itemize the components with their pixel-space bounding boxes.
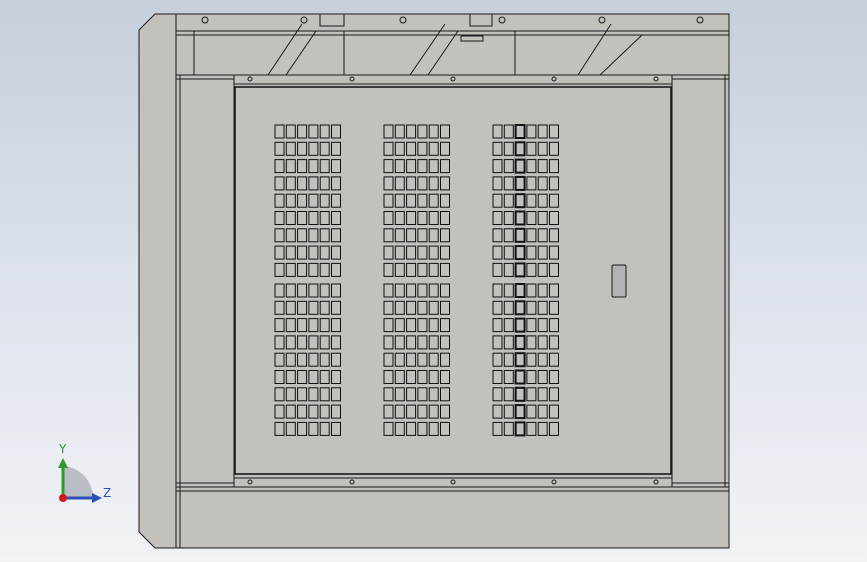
cabinet-drawing [138, 13, 730, 549]
axis-triad [58, 458, 102, 503]
door-handle [611, 264, 627, 298]
right-post [671, 74, 730, 488]
top-rail [175, 13, 730, 76]
triad-y-label: Y [59, 442, 67, 456]
triad-z-label: Z [103, 486, 112, 500]
triad-x-axis [59, 494, 67, 502]
bottom-plinth [175, 486, 730, 549]
door-panel [234, 86, 672, 475]
left-side-panel [138, 13, 177, 549]
cad-viewport[interactable]: Y Z [0, 0, 867, 562]
triad-plane-arc [63, 466, 94, 498]
left-post [175, 74, 235, 488]
